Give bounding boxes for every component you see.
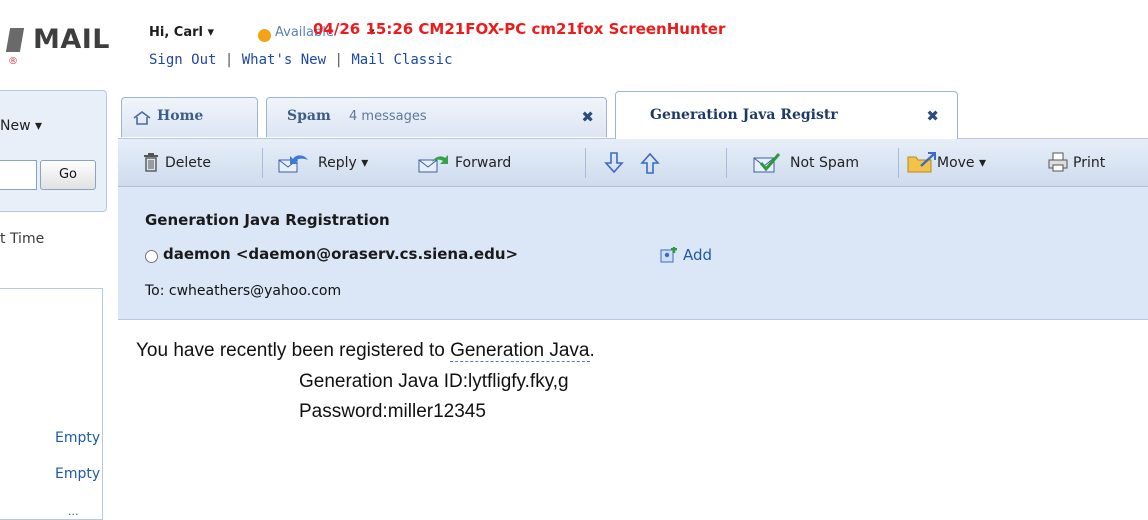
empty-folder-link[interactable]: Empty [55,430,100,446]
body-period: . [589,340,595,361]
message-body-line: You have recently been registered to Gen… [136,340,595,362]
move-folder-icon [907,152,936,173]
whats-new-link[interactable]: What's New [242,52,326,68]
folder-list-panel [0,288,103,520]
body-intro-text: You have recently been registered to [136,340,451,361]
print-button[interactable]: Print [1073,151,1105,175]
presence-status-icon [258,29,271,42]
sign-out-link[interactable]: Sign Out [149,52,216,68]
generation-java-link[interactable]: Generation Java [450,340,590,362]
message-body-id: Generation Java ID:lytfligfy.fky,g [299,371,569,392]
next-message-icon[interactable] [604,152,624,174]
mail-classic-link[interactable]: Mail Classic [351,52,452,68]
sender-status-icon [145,250,158,263]
close-tab-icon[interactable]: ✖ [581,108,594,126]
reply-button[interactable]: Reply ▾ [318,151,368,175]
message-toolbar [118,139,1148,187]
forward-icon [418,155,448,173]
link-separator: | [224,52,234,68]
left-nav-panel [0,90,107,212]
message-subject: Generation Java Registration [145,211,390,229]
top-links: Sign Out | What's New | Mail Classic [149,52,453,68]
user-greeting-menu[interactable]: Hi, Carl ▾ [149,25,214,40]
empty-folder-link[interactable]: Empty [55,466,100,482]
tab-spam[interactable]: Spam 4 messages ✖ [266,97,607,137]
trash-icon [144,153,158,172]
add-contact-icon[interactable] [660,247,677,263]
tab-label: Home [157,108,204,124]
move-button[interactable]: Move ▾ [937,151,986,175]
toolbar-divider [262,148,263,178]
not-spam-icon [753,153,781,173]
search-input[interactable] [0,160,37,190]
logo-text: MAIL [33,24,111,55]
screen-capture-watermark: 04/26 15:26 CM21FOX-PC cm21fox ScreenHun… [313,20,726,38]
close-tab-icon[interactable]: ✖ [926,107,939,125]
link-separator: | [334,52,343,68]
message-body-password: Password:miller12345 [299,401,486,422]
printer-icon [1048,152,1068,172]
not-spam-button[interactable]: Not Spam [790,151,859,175]
add-contact-link[interactable]: Add [683,246,712,264]
home-icon [133,111,151,125]
reply-icon [278,155,308,173]
delete-button[interactable]: Delete [165,151,211,175]
toolbar-divider [898,148,899,178]
forward-button[interactable]: Forward [455,151,511,175]
top-bar [0,0,1148,88]
tab-label: Generation Java Registr [650,107,838,123]
sort-time-label: t Time [0,231,45,247]
go-button[interactable]: Go [40,160,96,190]
message-sender[interactable]: daemon <daemon@oraserv.cs.siena.edu> [163,245,518,263]
tab-generation-java-registration[interactable]: Generation Java Registr ✖ [615,91,958,139]
tab-message-count: 4 messages [349,109,427,124]
more-folders-indicator: ... [68,505,79,518]
tab-home[interactable]: Home [121,97,258,137]
tab-label: Spam [287,108,331,124]
toolbar-divider [726,148,727,178]
toolbar-divider [585,148,586,178]
message-recipient: To: cwheathers@yahoo.com [145,283,342,299]
previous-message-icon[interactable] [640,152,660,174]
new-button[interactable]: New ▾ [0,118,42,134]
logo-registered-mark: ® [8,56,18,67]
